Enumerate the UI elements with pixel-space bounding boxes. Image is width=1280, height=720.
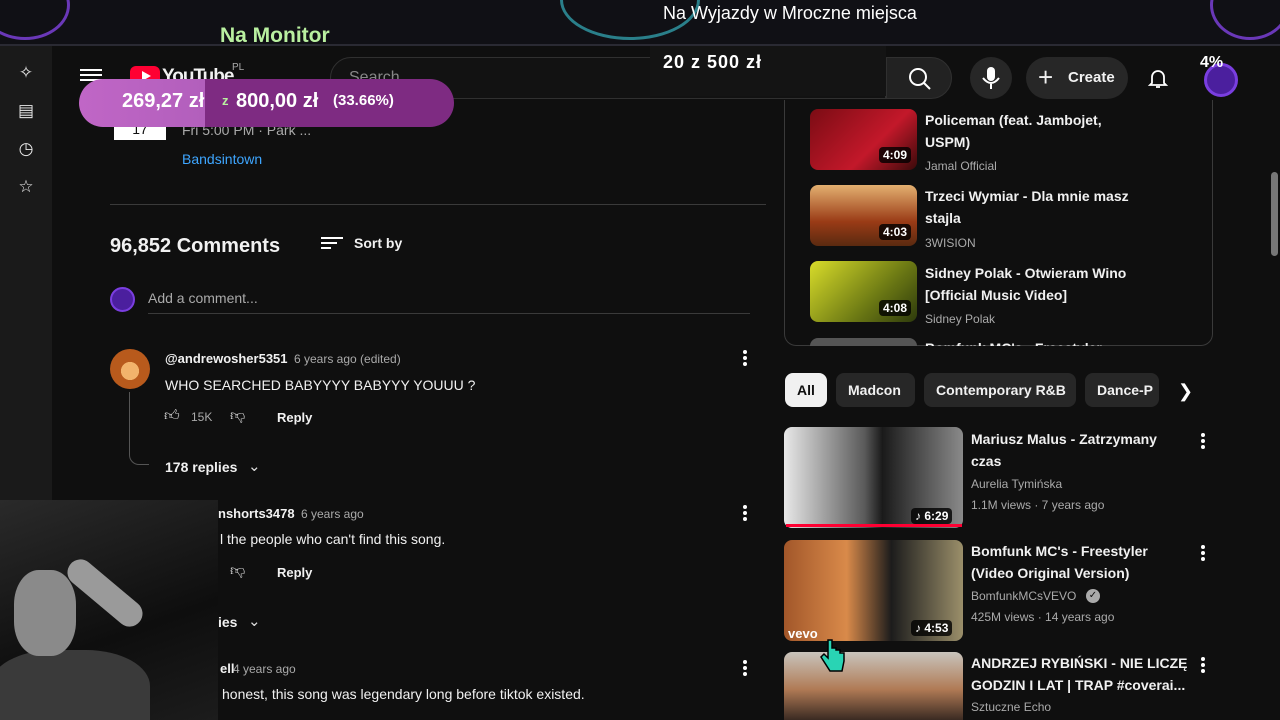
reply-button[interactable]: Reply	[277, 410, 312, 425]
my-avatar	[110, 287, 135, 312]
voice-search-button[interactable]	[970, 57, 1012, 99]
comment-time[interactable]: 4 years ago	[233, 662, 296, 676]
chevron-down-icon[interactable]: ⌄	[248, 457, 261, 475]
video-title[interactable]: stajla	[925, 207, 961, 229]
event-source-link[interactable]: Bandsintown	[182, 151, 262, 167]
video-menu-icon[interactable]	[1200, 656, 1206, 674]
video-thumbnail[interactable]	[784, 652, 963, 720]
comment-menu-icon[interactable]	[742, 349, 748, 367]
video-title[interactable]: Bomfunk MC's - Freestyler	[925, 337, 1102, 346]
comment-text: WHO SEARCHED BABYYYY BABYYY YOUUU ?	[165, 377, 476, 393]
comment-text: honest, this song was legendary long bef…	[222, 686, 585, 702]
donation-percent: (33.66%)	[333, 92, 394, 109]
video-menu-icon[interactable]	[1200, 432, 1206, 450]
star-icon[interactable]: ☆	[15, 176, 37, 198]
video-title[interactable]: Mariusz Malus - Zatrzymany	[971, 428, 1157, 450]
hand-cursor-icon	[820, 638, 846, 678]
video-duration: 4:03	[879, 224, 912, 240]
reply-button[interactable]: Reply	[277, 565, 312, 580]
comment-time[interactable]: 6 years ago	[301, 507, 364, 521]
chip-contemporary-rnb[interactable]: Contemporary R&B	[924, 373, 1076, 407]
stream-overlay-banner	[0, 0, 1280, 46]
video-title[interactable]: [Official Music Video]	[925, 284, 1067, 306]
video-duration: 4:08	[879, 300, 912, 316]
video-title[interactable]: (Video Original Version)	[971, 562, 1129, 584]
dislike-icon[interactable]: 👎︎	[230, 407, 245, 425]
comment-author[interactable]: @andrewosher5351	[165, 351, 288, 366]
comment-author[interactable]: nshorts3478	[218, 506, 295, 521]
history-icon[interactable]: ◷	[15, 138, 37, 160]
donation-current: 269,27 zł	[122, 90, 205, 112]
like-icon[interactable]: 👍︎	[164, 407, 180, 425]
video-title[interactable]: USPM)	[925, 131, 970, 153]
video-duration: ♪ 4:53	[911, 620, 953, 636]
video-title[interactable]: Bomfunk MC's - Freestyler	[971, 540, 1148, 562]
comments-count: 96,852 Comments	[110, 235, 281, 257]
video-channel[interactable]: BomfunkMCsVEVO	[971, 589, 1076, 603]
chip-madcon[interactable]: Madcon	[836, 373, 915, 407]
streamer-webcam	[0, 500, 218, 720]
watch-progress-bar	[786, 524, 962, 527]
video-channel[interactable]: Sztuczne Echo	[971, 700, 1051, 714]
chip-dance-pop[interactable]: Dance-P	[1085, 373, 1159, 407]
overlay-label: Na Monitor	[220, 24, 330, 47]
sort-icon[interactable]	[321, 234, 343, 252]
dislike-icon[interactable]: 👎︎	[230, 562, 245, 580]
video-channel[interactable]: Aurelia Tymińska	[971, 477, 1062, 491]
comment-avatar[interactable]	[110, 349, 150, 389]
overlay-goal-count: 20 z 500 zł	[663, 52, 763, 72]
chip-all[interactable]: All	[785, 373, 827, 407]
video-channel[interactable]: 3WISION	[925, 236, 976, 250]
chevron-down-icon[interactable]: ⌄	[248, 612, 261, 630]
overlay-goal-title: Na Wyjazdy w Mroczne miejsca	[663, 3, 917, 23]
donation-separator: z	[222, 93, 229, 108]
video-duration: 4:09	[879, 147, 912, 163]
video-duration: ♪ 6:29	[911, 508, 953, 524]
thread-line	[129, 392, 149, 465]
video-channel[interactable]: Jamal Official	[925, 159, 997, 173]
donation-goal: 800,00 zł	[236, 90, 319, 112]
verified-icon: ✓	[1086, 589, 1100, 603]
video-title[interactable]: Policeman (feat. Jambojet,	[925, 109, 1102, 131]
vevo-badge: vevo	[788, 626, 818, 641]
video-title[interactable]: ANDRZEJ RYBIŃSKI - NIE LICZĘ	[971, 652, 1188, 674]
comment-menu-icon[interactable]	[742, 659, 748, 677]
section-divider	[110, 204, 766, 205]
add-comment-input[interactable]: Add a comment...	[148, 290, 258, 306]
sort-by-button[interactable]: Sort by	[354, 235, 402, 251]
video-title[interactable]: Trzeci Wymiar - Dla mnie masz	[925, 185, 1129, 207]
sparkle-icon[interactable]: ✧	[15, 62, 37, 84]
add-comment-underline	[148, 313, 750, 314]
video-meta: 1.1M views · 7 years ago	[971, 498, 1105, 512]
subscriptions-icon[interactable]: ▤	[15, 100, 37, 122]
search-icon	[909, 68, 931, 90]
video-title[interactable]: GODZIN I LAT | TRAP #coverai...	[971, 674, 1185, 696]
video-menu-icon[interactable]	[1200, 544, 1206, 562]
replies-toggle[interactable]: ies	[218, 614, 237, 630]
comment-menu-icon[interactable]	[742, 504, 748, 522]
video-meta: 425M views · 14 years ago	[971, 610, 1115, 624]
plus-icon: +	[1038, 62, 1054, 92]
video-title[interactable]: czas	[971, 450, 1001, 472]
overlay-percent: 4%	[1200, 54, 1224, 71]
comment-time[interactable]: 6 years ago (edited)	[294, 352, 401, 366]
search-button[interactable]	[886, 57, 952, 99]
video-title[interactable]: Sidney Polak - Otwieram Wino	[925, 262, 1126, 284]
like-count: 15K	[191, 410, 213, 424]
region-code: PL	[232, 62, 245, 73]
chevron-right-icon[interactable]: ❯	[1178, 381, 1193, 402]
overlay-decoration	[1210, 0, 1280, 40]
microphone-icon	[982, 67, 1000, 89]
page-scrollbar[interactable]	[1271, 172, 1278, 256]
replies-toggle[interactable]: 178 replies	[165, 459, 237, 475]
notifications-bell-icon[interactable]	[1146, 66, 1170, 90]
video-thumbnail[interactable]	[810, 338, 917, 346]
video-channel[interactable]: Sidney Polak	[925, 312, 995, 326]
comment-text: l the people who can't find this song.	[220, 531, 446, 547]
overlay-decoration	[0, 0, 70, 40]
